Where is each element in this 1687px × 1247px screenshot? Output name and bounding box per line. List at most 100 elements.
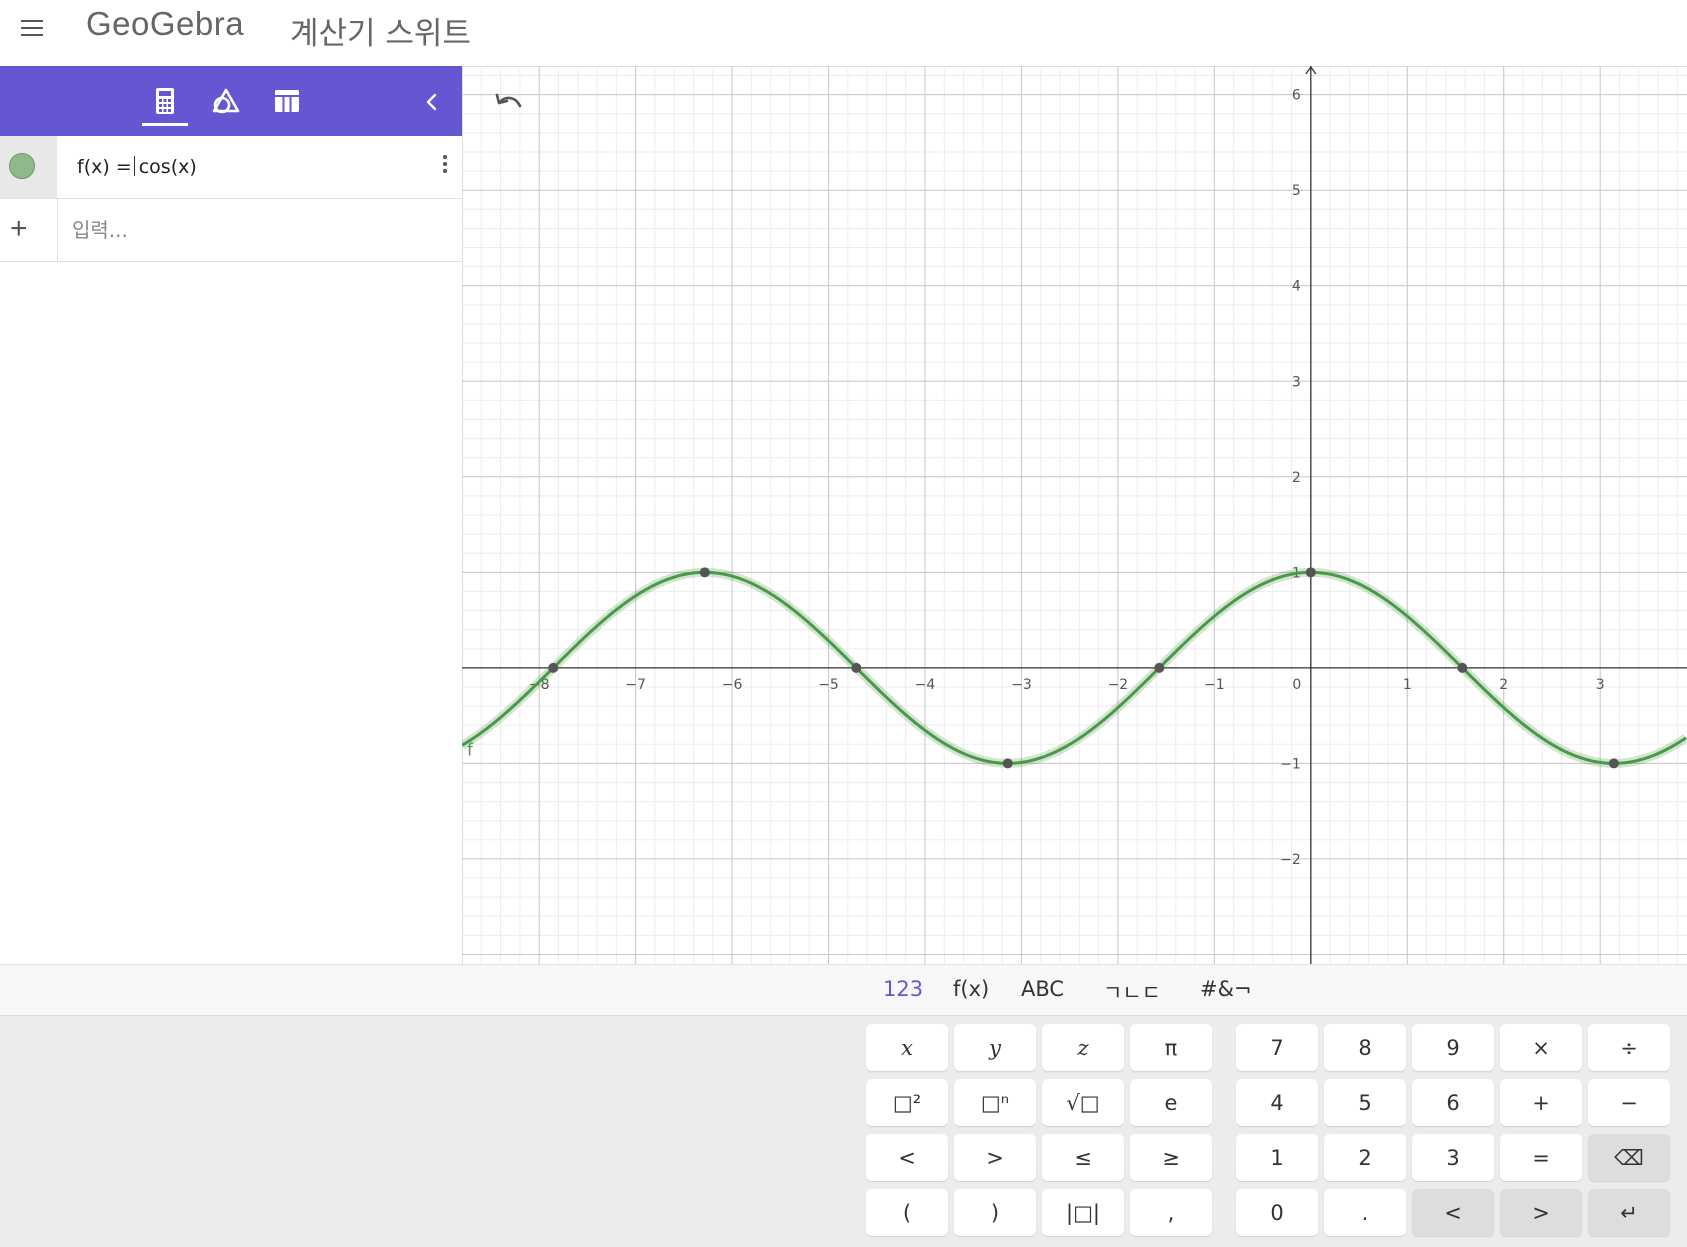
special-point <box>1002 758 1013 769</box>
y-tick-label: 4 <box>1292 279 1301 295</box>
top-bar: GeoGebra 계산기 스위트 <box>0 0 1687 67</box>
y-tick-label: −1 <box>1280 756 1301 772</box>
keyboard-tabs: 123 f(x) ABC ㄱㄴㄷ #&¬ <box>0 964 1687 1016</box>
key-less-equal[interactable]: ≤ <box>1042 1134 1124 1181</box>
key-9[interactable]: 9 <box>1412 1024 1494 1071</box>
special-point <box>1154 662 1165 673</box>
kb-tab-symbols[interactable]: #&¬ <box>1200 977 1252 1001</box>
more-options-icon[interactable] <box>438 152 452 178</box>
key-decimal[interactable]: . <box>1324 1189 1406 1236</box>
kb-tab-functions[interactable]: f(x) <box>953 977 989 1001</box>
y-tick-label: 2 <box>1292 470 1301 486</box>
special-point <box>1608 758 1619 769</box>
x-tick-label: 3 <box>1596 677 1605 693</box>
app-title: 계산기 스위트 <box>290 16 471 52</box>
geometry-icon <box>212 88 240 114</box>
collapse-panel-button[interactable] <box>418 88 446 116</box>
marble-cell <box>0 136 57 198</box>
x-tick-label: 1 <box>1403 677 1412 693</box>
y-tick-label: −2 <box>1280 852 1301 868</box>
algebra-row-f[interactable]: f(x) = cos(x) <box>0 136 462 199</box>
key-3[interactable]: 3 <box>1412 1134 1494 1181</box>
undo-icon <box>495 93 522 108</box>
graph-canvas[interactable]: −8 −7 −6 −5 −4 −3 −2 −1 0 1 2 3654321−1−2f <box>462 66 1687 964</box>
key-x[interactable]: x <box>866 1024 948 1071</box>
formula-rhs: cos(x) <box>138 156 197 178</box>
key-left-paren[interactable]: ( <box>866 1189 948 1236</box>
x-tick-label: −1 <box>1204 677 1225 693</box>
x-tick-label: −7 <box>625 677 646 693</box>
x-tick-label: −4 <box>915 677 936 693</box>
undo-button[interactable] <box>492 90 528 120</box>
kb-tab-numbers[interactable]: 123 <box>883 977 923 1001</box>
special-point <box>699 567 710 578</box>
x-tick-label: 0 <box>1292 677 1301 693</box>
tab-algebra[interactable] <box>142 80 188 126</box>
key-cursor-right[interactable]: > <box>1500 1189 1582 1236</box>
key-sqrt[interactable]: √□ <box>1042 1079 1124 1126</box>
visibility-toggle[interactable] <box>9 153 35 179</box>
algebra-panel: f(x) = cos(x) + <box>0 66 463 964</box>
y-tick-label: 3 <box>1292 374 1301 390</box>
key-pi[interactable]: π <box>1130 1024 1212 1071</box>
geogebra-logo: GeoGebra <box>86 5 245 42</box>
key-power[interactable]: □ⁿ <box>954 1079 1036 1126</box>
formula-editor[interactable]: f(x) = cos(x) <box>77 156 197 178</box>
x-tick-label: 2 <box>1499 677 1508 693</box>
special-point <box>548 662 559 673</box>
key-abs[interactable]: |□| <box>1042 1189 1124 1236</box>
key-2[interactable]: 2 <box>1324 1134 1406 1181</box>
key-greater-equal[interactable]: ≥ <box>1130 1134 1212 1181</box>
text-caret <box>133 156 135 176</box>
key-equals[interactable]: = <box>1500 1134 1582 1181</box>
y-tick-label: 6 <box>1292 88 1301 104</box>
special-point <box>1305 567 1316 578</box>
x-tick-label: −2 <box>1108 677 1129 693</box>
special-point <box>851 662 862 673</box>
tab-geometry[interactable] <box>203 80 247 124</box>
key-square[interactable]: □² <box>866 1079 948 1126</box>
x-tick-label: −5 <box>818 677 839 693</box>
key-plus[interactable]: + <box>1500 1079 1582 1126</box>
key-0[interactable]: 0 <box>1236 1189 1318 1236</box>
key-y[interactable]: y <box>954 1024 1036 1071</box>
key-6[interactable]: 6 <box>1412 1079 1494 1126</box>
grid <box>462 66 1687 964</box>
key-backspace[interactable]: ⌫ <box>1588 1134 1670 1181</box>
table-icon <box>275 90 299 112</box>
x-tick-label: −6 <box>722 677 743 693</box>
y-tick-label: 5 <box>1292 183 1301 199</box>
key-multiply[interactable]: × <box>1500 1024 1582 1071</box>
tab-table[interactable] <box>264 80 308 124</box>
key-minus[interactable]: − <box>1588 1079 1670 1126</box>
key-5[interactable]: 5 <box>1324 1079 1406 1126</box>
algebra-calculator-icon <box>156 88 174 114</box>
key-z[interactable]: z <box>1042 1024 1124 1071</box>
x-tick-label: −3 <box>1011 677 1032 693</box>
graphics-view[interactable]: −8 −7 −6 −5 −4 −3 −2 −1 0 1 2 3 6 5 4 3 2 1 −1 −2 f <box>462 66 1687 964</box>
key-right-paren[interactable]: ) <box>954 1189 1036 1236</box>
menu-icon[interactable] <box>18 14 46 42</box>
special-point <box>1457 662 1468 673</box>
key-comma[interactable]: , <box>1130 1189 1212 1236</box>
key-enter[interactable]: ↵ <box>1588 1189 1670 1236</box>
key-greater-than[interactable]: > <box>954 1134 1036 1181</box>
key-less-than[interactable]: < <box>866 1134 948 1181</box>
view-tab-bar <box>0 66 462 136</box>
algebra-input-row: + <box>0 199 462 262</box>
kb-tab-hangul[interactable]: ㄱㄴㄷ <box>1103 977 1161 1007</box>
plus-icon[interactable]: + <box>10 214 28 244</box>
kb-tab-letters[interactable]: ABC <box>1021 977 1064 1001</box>
chevron-left-icon <box>426 93 437 111</box>
curve-label-f: f <box>467 741 474 761</box>
key-1[interactable]: 1 <box>1236 1134 1318 1181</box>
key-8[interactable]: 8 <box>1324 1024 1406 1071</box>
key-divide[interactable]: ÷ <box>1588 1024 1670 1071</box>
key-7[interactable]: 7 <box>1236 1024 1318 1071</box>
key-cursor-left[interactable]: < <box>1412 1189 1494 1236</box>
key-4[interactable]: 4 <box>1236 1079 1318 1126</box>
algebra-input[interactable] <box>70 209 444 251</box>
virtual-keyboard: 123 f(x) ABC ㄱㄴㄷ #&¬ x y z π □² □ⁿ √□ e < > ≤ ≥() |□… <box>0 964 1687 1247</box>
key-e[interactable]: e <box>1130 1079 1212 1126</box>
formula-lhs: f(x) = <box>77 156 132 178</box>
